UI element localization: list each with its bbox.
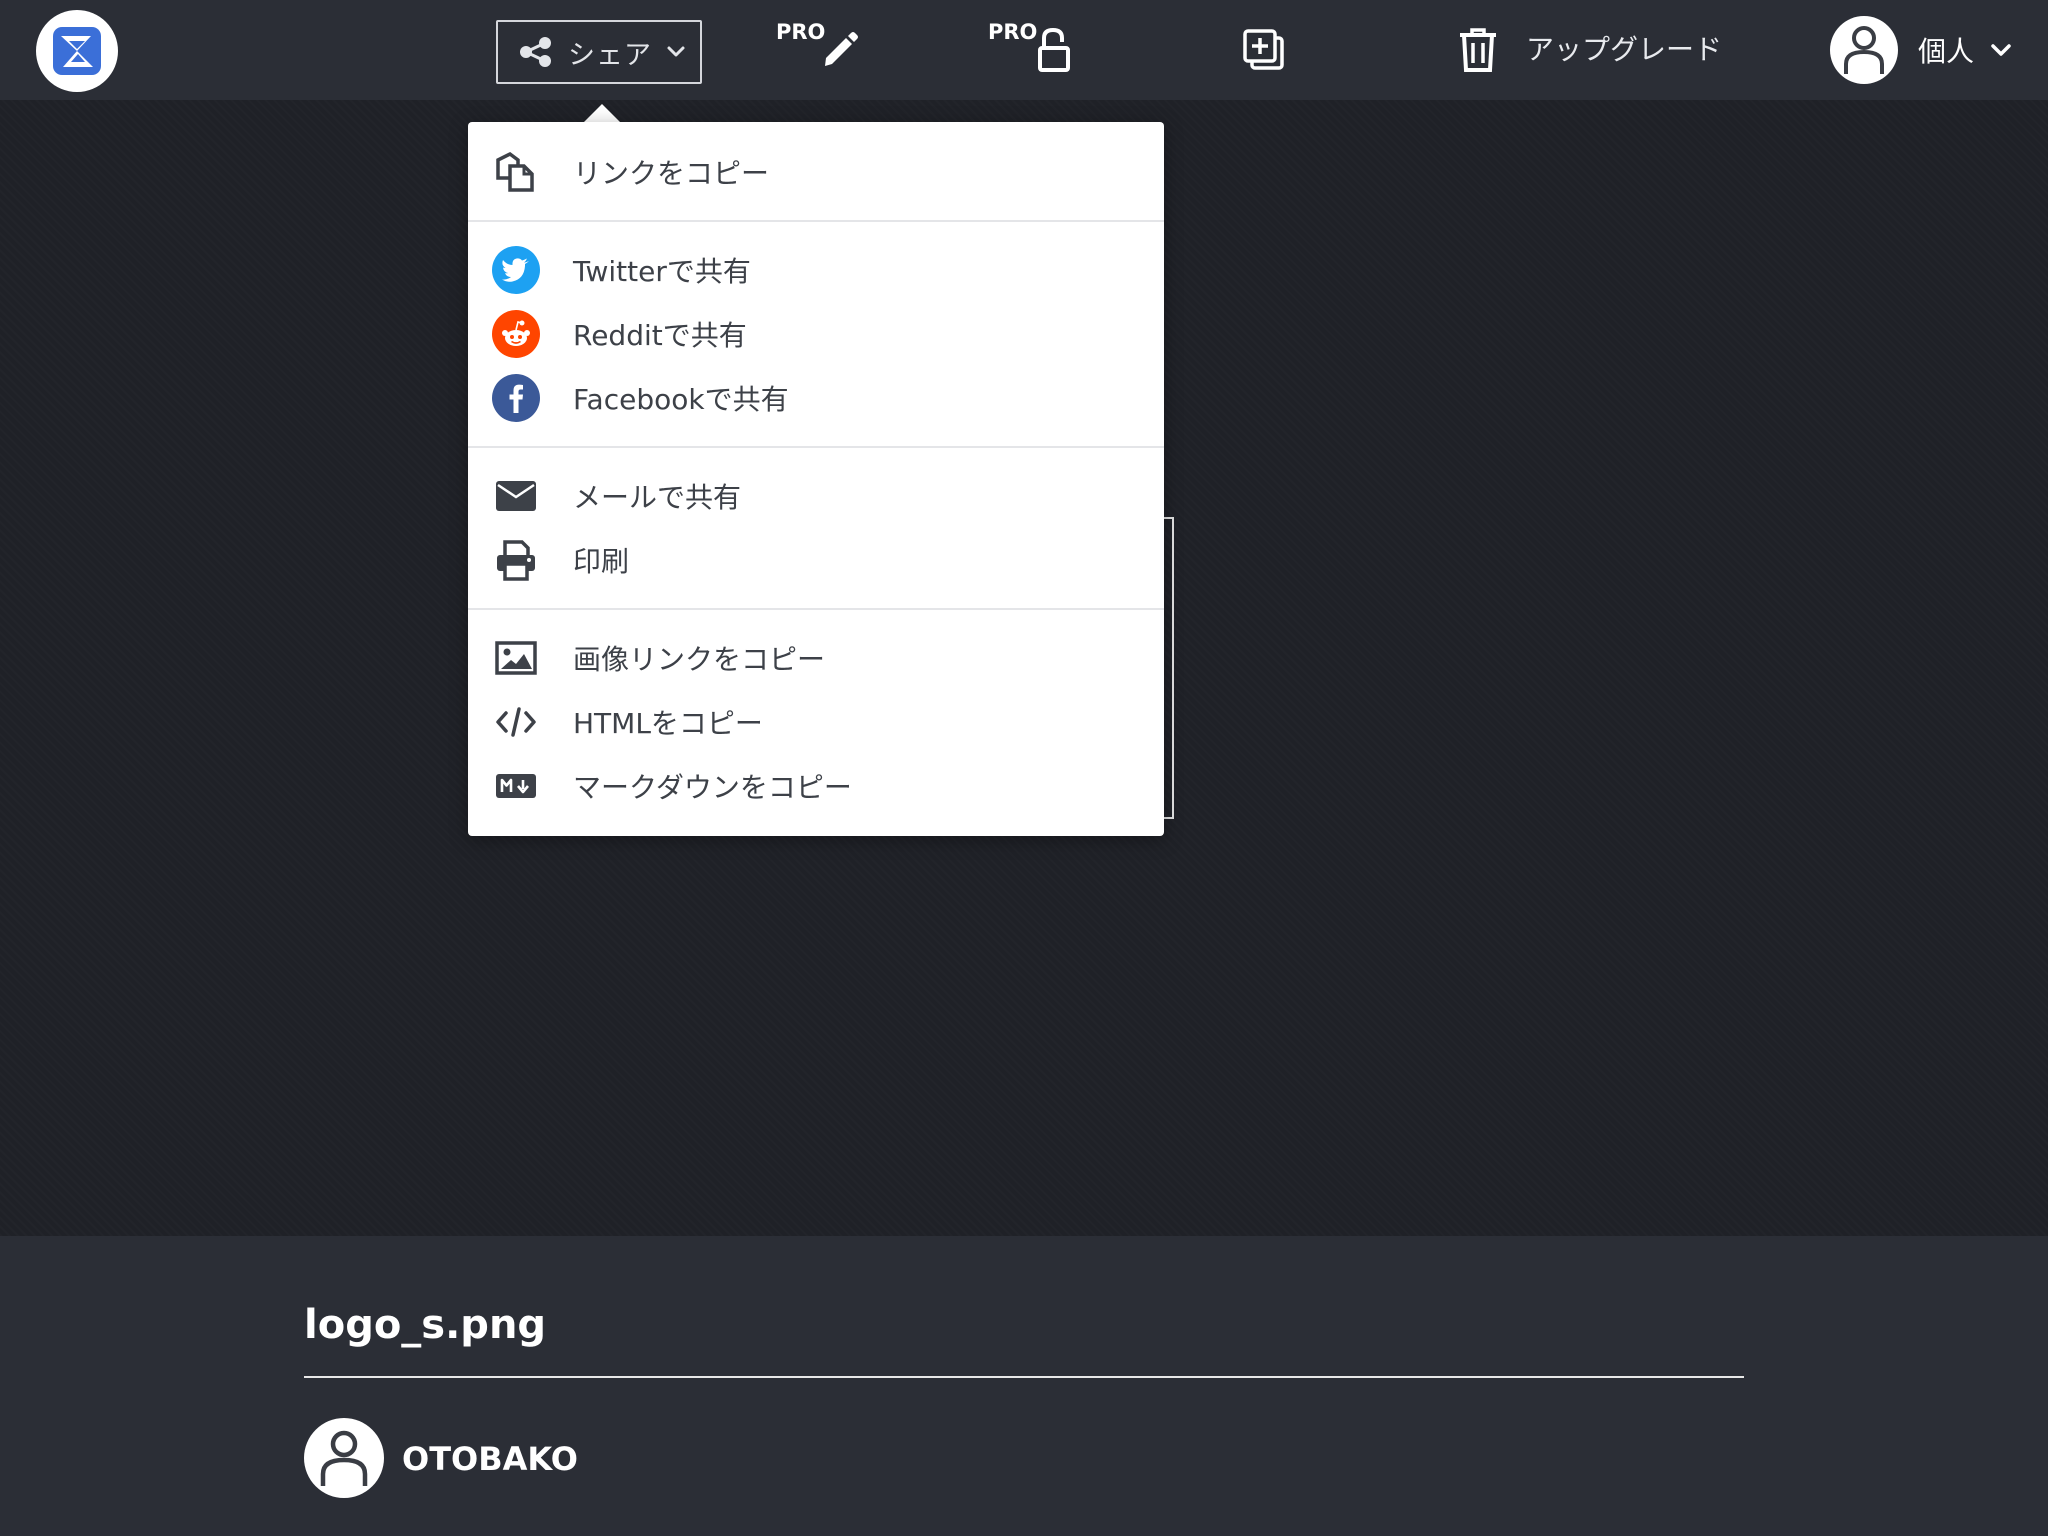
share-label: シェア — [568, 39, 652, 71]
share-menu: リンクをコピー Twitterで共有 Redditで共有 Facebookで共有… — [468, 122, 1164, 836]
share-email-item[interactable]: メールで共有 — [468, 466, 1164, 526]
account-menu[interactable]: 個人 — [1830, 14, 2012, 86]
menu-divider — [468, 220, 1164, 222]
share-button[interactable]: シェア — [496, 20, 702, 84]
facebook-icon — [492, 374, 540, 422]
duplicate-plus-icon — [1243, 29, 1284, 70]
avatar — [1830, 16, 1898, 84]
upgrade-link[interactable]: アップグレード — [1526, 28, 1722, 68]
print-item[interactable]: 印刷 — [468, 530, 1164, 590]
share-facebook-item[interactable]: Facebookで共有 — [468, 368, 1164, 428]
share-reddit-item[interactable]: Redditで共有 — [468, 304, 1164, 364]
copy-image-link-item[interactable]: 画像リンクをコピー — [468, 628, 1164, 688]
pro-badge: PRO — [988, 20, 1038, 44]
edit-pro-button[interactable]: PRO — [774, 18, 864, 78]
copy-html-item[interactable]: HTMLをコピー — [468, 692, 1164, 752]
share-twitter-item[interactable]: Twitterで共有 — [468, 240, 1164, 300]
pencil-icon — [825, 32, 858, 66]
chevron-down-icon — [1991, 44, 2011, 56]
owner-name[interactable]: OTOBAKO — [402, 1440, 578, 1478]
chevron-down-icon — [667, 46, 685, 57]
file-title: logo_s.png — [304, 1302, 547, 1348]
image-icon — [492, 634, 540, 682]
logo-icon — [53, 27, 101, 75]
copy-markdown-label: マークダウンをコピー — [573, 771, 852, 804]
unlock-icon — [1038, 27, 1070, 72]
twitter-icon — [492, 246, 540, 294]
user-icon — [320, 1430, 368, 1486]
copy-markdown-item[interactable]: マークダウンをコピー — [468, 756, 1164, 816]
pro-badge: PRO — [776, 20, 826, 44]
twitter-label: Twitterで共有 — [573, 255, 751, 288]
markdown-icon — [492, 762, 540, 810]
title-divider — [304, 1376, 1744, 1378]
code-icon — [492, 698, 540, 746]
lock-pro-button[interactable]: PRO — [986, 18, 1076, 78]
menu-divider — [468, 446, 1164, 448]
trash-icon — [1460, 28, 1496, 72]
share-nodes-icon — [520, 37, 551, 67]
info-panel — [0, 1236, 2048, 1536]
copy-html-label: HTMLをコピー — [573, 707, 763, 740]
copy-link-item[interactable]: リンクをコピー — [468, 142, 1164, 202]
account-label: 個人 — [1918, 35, 1975, 68]
owner-avatar[interactable] — [304, 1418, 384, 1498]
delete-button[interactable] — [1456, 26, 1500, 74]
app-logo[interactable] — [36, 10, 118, 92]
printer-icon — [492, 536, 540, 584]
reddit-label: Redditで共有 — [573, 319, 747, 352]
print-label: 印刷 — [573, 545, 630, 578]
email-label: メールで共有 — [573, 481, 742, 514]
reddit-icon — [492, 310, 540, 358]
envelope-icon — [492, 472, 540, 520]
facebook-label: Facebookで共有 — [573, 383, 789, 416]
menu-divider — [468, 608, 1164, 610]
copy-image-link-label: 画像リンクをコピー — [573, 643, 826, 676]
menu-caret — [582, 104, 622, 124]
copy-icon — [492, 148, 540, 196]
copy-link-label: リンクをコピー — [573, 157, 770, 190]
user-icon — [1844, 26, 1884, 74]
duplicate-button[interactable] — [1240, 26, 1288, 74]
